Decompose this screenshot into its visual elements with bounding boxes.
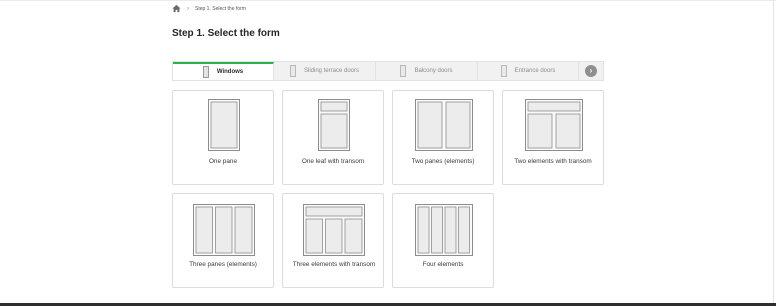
four-elements-icon <box>415 204 473 256</box>
tab-label: Windows <box>216 69 244 75</box>
form-card-four-elements[interactable]: Four elements <box>392 193 494 288</box>
tab-sliding-terrace-doors[interactable]: Sliding terrace doors <box>274 62 376 80</box>
door-icon <box>289 65 296 77</box>
three-elements-transom-icon <box>303 204 365 256</box>
scrollbar-track[interactable] <box>773 0 774 304</box>
form-label: One leaf with transom <box>301 158 365 165</box>
home-icon[interactable] <box>172 4 181 13</box>
form-card-three-panes[interactable]: Three panes (elements) <box>172 193 274 288</box>
one-leaf-transom-icon <box>318 99 350 151</box>
tab-label: Entrance doors <box>514 68 556 74</box>
breadcrumb: › Step 1. Select the form <box>172 4 246 13</box>
form-label: One pane <box>208 158 238 165</box>
two-elements-transom-icon <box>525 99 583 151</box>
page-title: Step 1. Select the form <box>172 28 280 39</box>
door-icon <box>400 65 407 77</box>
two-panes-icon <box>415 99 473 151</box>
window-icon <box>202 66 209 78</box>
form-label: Four elements <box>422 261 464 268</box>
form-card-one-leaf-with-transom[interactable]: One leaf with transom <box>282 90 384 185</box>
form-label: Three elements with transom <box>292 261 376 268</box>
breadcrumb-current: Step 1. Select the form <box>195 5 246 12</box>
one-pane-icon <box>208 99 240 151</box>
tab-label: Sliding terrace doors <box>303 68 360 74</box>
tabs-scroll-area: › <box>579 62 603 80</box>
breadcrumb-separator: › <box>187 5 189 12</box>
tab-windows[interactable]: Windows <box>173 62 274 80</box>
top-divider <box>0 0 776 1</box>
tab-label: Balcony doors <box>414 68 453 74</box>
form-card-three-elements-with-transom[interactable]: Three elements with transom <box>282 193 384 288</box>
form-label: Two panes (elements) <box>411 158 475 165</box>
product-tabs: Windows Sliding terrace doors Balcony do… <box>172 61 604 81</box>
three-panes-icon <box>193 204 255 256</box>
form-label: Two elements with transom <box>514 158 592 165</box>
form-card-two-elements-with-transom[interactable]: Two elements with transom <box>502 90 604 185</box>
tab-balcony-doors[interactable]: Balcony doors <box>376 62 478 80</box>
form-card-two-panes[interactable]: Two panes (elements) <box>392 90 494 185</box>
tab-entrance-doors[interactable]: Entrance doors <box>478 62 579 80</box>
chevron-right-icon[interactable]: › <box>585 65 597 77</box>
form-card-one-pane[interactable]: One pane <box>172 90 274 185</box>
form-label: Three panes (elements) <box>189 261 257 268</box>
door-icon <box>500 65 507 77</box>
